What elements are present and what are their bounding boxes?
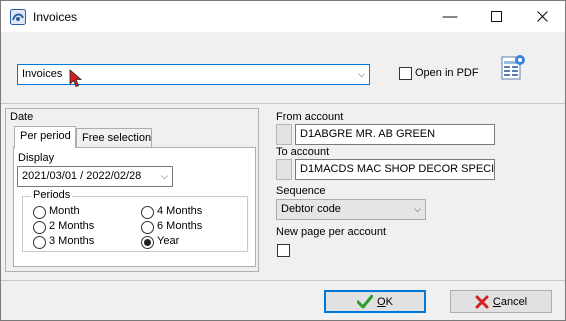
minimize-icon: — [442,8,458,25]
mouse-cursor-icon [69,69,83,88]
from-account-label: From account [276,111,344,123]
tab-per-period[interactable]: Per period [14,126,76,148]
periods-label: Periods [31,189,73,201]
cancel-label: Cancel [492,295,528,308]
cancel-x-icon [475,295,489,308]
display-period-select[interactable]: 2021/03/01 / 2022/02/28 ⌵ [17,166,173,187]
title-bar: Invoices — [1,1,565,32]
window-title: Invoices [33,10,78,24]
chevron-down-icon: ⌵ [161,171,168,181]
from-account-input[interactable]: D1ABGRE MR. AB GREEN [295,124,495,145]
period-radio-2-months[interactable] [33,221,46,234]
minimize-button[interactable]: — [427,1,473,32]
open-in-pdf-label: Open in PDF [415,67,479,79]
tab-free-selection[interactable]: Free selection [76,128,152,148]
maximize-icon [490,11,502,22]
period-month-label: Month [49,205,80,217]
tab-per-period-label: Per period [20,130,71,142]
chevron-down-icon: ⌵ [358,69,365,79]
report-settings-icon[interactable] [500,53,526,81]
period-2-months-label: 2 Months [49,220,95,232]
chevron-down-icon: ⌵ [414,204,421,214]
from-account-lookup-button[interactable] [276,124,292,145]
to-account-label: To account [276,146,330,158]
period-year-label: Year [157,235,180,247]
open-in-pdf-checkbox[interactable] [399,67,412,80]
new-page-per-account-label: New page per account [276,226,387,238]
report-select-value: Invoices [22,68,63,80]
maximize-button[interactable] [473,1,519,32]
display-label: Display [18,152,55,164]
period-6-months-label: 6 Months [157,220,203,232]
report-selection-band: Invoices ⌵ Open in PDF [1,32,565,104]
period-radio-3-months[interactable] [33,236,46,249]
period-radio-month[interactable] [33,206,46,219]
to-account-lookup-button[interactable] [276,159,292,180]
date-group: Date Per period Free selection Display 2… [5,108,259,272]
new-page-per-account-checkbox[interactable] [277,244,290,257]
app-icon [10,9,26,25]
period-3-months-label: 3 Months [49,235,95,247]
dialog-body: Date Per period Free selection Display 2… [1,104,565,280]
checkmark-icon [357,294,374,308]
sequence-label: Sequence [276,185,326,197]
invoices-dialog: Invoices — Invoices ⌵ Open in PDF Date P… [0,0,566,321]
from-account-value: D1ABGRE MR. AB GREEN [300,128,436,140]
sequence-value: Debtor code [281,203,341,215]
tab-free-selection-label: Free selection [82,132,152,144]
to-account-value: D1MACDS MAC SHOP DECOR SPECIA [300,163,495,175]
period-radio-4-months[interactable] [141,206,154,219]
sequence-select[interactable]: Debtor code ⌵ [276,199,426,220]
close-icon [536,11,548,22]
periods-group: Periods Month 2 Months 3 Months 4 Months… [22,189,248,252]
per-period-tab-page: Display 2021/03/01 / 2022/02/28 ⌵ Period… [13,147,256,267]
close-button[interactable] [519,1,565,32]
cancel-button[interactable]: Cancel [450,290,552,313]
period-radio-year[interactable] [141,236,154,249]
period-radio-6-months[interactable] [141,221,154,234]
dialog-footer: OK Cancel [1,280,565,320]
to-account-input[interactable]: D1MACDS MAC SHOP DECOR SPECIA [295,159,495,180]
ok-label: OK [377,295,393,308]
period-4-months-label: 4 Months [157,205,203,217]
ok-button[interactable]: OK [324,290,426,313]
date-group-label: Date [10,111,34,123]
display-period-value: 2021/03/01 / 2022/02/28 [22,170,142,182]
